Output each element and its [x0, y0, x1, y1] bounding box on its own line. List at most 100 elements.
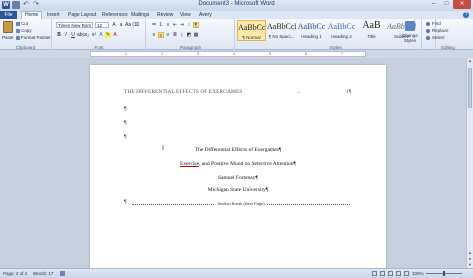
- font-size-box[interactable]: 12: [95, 22, 109, 28]
- style-no-spacing[interactable]: AaBbCcI ¶ No Spaci...: [267, 20, 296, 41]
- ribbon-tabs: File Home Insert Page Layout References …: [0, 11, 473, 19]
- format-painter-button[interactable]: Format Painter: [16, 35, 51, 40]
- draft-icon[interactable]: [404, 271, 409, 276]
- copy-label: Copy: [21, 28, 32, 33]
- zoom-level[interactable]: 100%: [412, 271, 424, 276]
- title-line2-rest: , and Positive Mood on Selective Attenti…: [198, 161, 296, 167]
- tab-home[interactable]: Home: [21, 11, 43, 19]
- tab-file[interactable]: File: [0, 11, 17, 19]
- align-right-icon[interactable]: ≡: [165, 32, 171, 38]
- tab-avery[interactable]: Avery: [199, 11, 212, 19]
- ruler-area: 1 2 3 4 5 6 7: [0, 50, 473, 58]
- paste-button-label[interactable]: Paste: [2, 35, 14, 40]
- empty-paragraph: ¶: [124, 134, 127, 140]
- highlight-icon[interactable]: ✎: [105, 32, 111, 38]
- borders-icon[interactable]: ▦: [193, 32, 199, 38]
- text-effects-icon[interactable]: A: [98, 32, 104, 38]
- align-center-icon[interactable]: ≡: [158, 32, 164, 39]
- tab-insert[interactable]: Insert: [47, 11, 60, 19]
- style-name: Heading 1: [301, 34, 322, 39]
- print-layout-icon[interactable]: [372, 271, 377, 276]
- bullets-icon[interactable]: ≔: [151, 22, 157, 28]
- paste-icon[interactable]: [3, 21, 13, 33]
- change-styles-icon[interactable]: [405, 21, 415, 31]
- grow-font-icon[interactable]: A: [111, 22, 117, 28]
- tab-mailings[interactable]: Mailings: [131, 11, 149, 19]
- clear-format-icon[interactable]: ⌫: [132, 22, 139, 28]
- title-bar: W ↶ ↷ Document3 - Microsoft Word – □ ✕: [0, 0, 473, 11]
- minimize-button[interactable]: –: [427, 0, 440, 9]
- word-count[interactable]: Words: 17: [33, 271, 53, 276]
- style-heading-1[interactable]: AaBbCc Heading 1: [297, 20, 326, 41]
- vertical-scrollbar[interactable]: ▲ ▲ ● ▼: [466, 58, 473, 268]
- close-button[interactable]: ✕: [453, 0, 471, 9]
- copy-button[interactable]: Copy: [16, 28, 32, 33]
- font-color-icon[interactable]: A: [112, 32, 118, 38]
- tab-review[interactable]: Review: [157, 11, 173, 19]
- show-marks-icon[interactable]: ¶: [193, 22, 199, 29]
- change-styles-area: Change Styles: [398, 19, 422, 50]
- maximize-button[interactable]: □: [440, 0, 453, 9]
- document-canvas: THE DIFFERENTIAL EFFECTS OF EXERGAMES → …: [0, 58, 466, 268]
- binoculars-icon: [426, 21, 430, 26]
- replace-button[interactable]: Replace: [426, 28, 449, 33]
- shading-icon[interactable]: ◩: [186, 32, 192, 38]
- tab-page-layout[interactable]: Page Layout: [68, 11, 96, 19]
- scroll-thumb[interactable]: [468, 68, 472, 108]
- help-icon[interactable]: ?: [463, 12, 469, 18]
- outline-icon[interactable]: [396, 271, 401, 276]
- superscript-icon[interactable]: x²: [91, 32, 97, 38]
- style-sample: AaBbCcI: [267, 22, 296, 31]
- zoom-slider-knob[interactable]: [443, 271, 445, 276]
- paragraph-group: ≔ ⒈ ≡ ⇤ ⇥ ↕ ¶ ≡ ≡ ≡ ≣ ↨ ◩ ▦ Paragraph: [147, 19, 235, 50]
- style-heading-2[interactable]: AaBbCc Heading 2: [327, 20, 356, 41]
- cut-button[interactable]: Cut: [16, 21, 28, 26]
- strikethrough-icon[interactable]: abc: [77, 32, 85, 38]
- select-button[interactable]: Select: [426, 35, 445, 40]
- font-name-box[interactable]: Times New Rom: [56, 22, 93, 28]
- section-break-mark: ¶: [124, 199, 127, 205]
- horizontal-ruler[interactable]: 1 2 3 4 5 6 7: [90, 51, 366, 57]
- style-name: ¶ No Spaci...: [268, 34, 295, 39]
- subscript-icon[interactable]: x₂: [84, 32, 90, 38]
- underline-icon[interactable]: U: [70, 32, 76, 38]
- style-normal[interactable]: AaBbCcI ¶ Normal: [237, 20, 266, 41]
- paper-title: The Differential Effects of Exergames¶: [194, 147, 282, 153]
- increase-indent-icon[interactable]: ⇥: [179, 22, 185, 28]
- tab-references[interactable]: References: [102, 11, 128, 19]
- style-sample: AaBbCcI: [238, 23, 265, 32]
- page-count[interactable]: Page: 2 of 2: [3, 271, 27, 276]
- style-sample: AaB: [362, 20, 381, 31]
- justify-icon[interactable]: ≣: [172, 32, 178, 38]
- italic-icon[interactable]: I: [63, 32, 69, 38]
- change-case-icon[interactable]: Aa: [125, 22, 131, 28]
- numbering-icon[interactable]: ⒈: [158, 22, 164, 28]
- tab-view[interactable]: View: [180, 11, 191, 19]
- style-title[interactable]: AaB Title: [357, 20, 386, 41]
- multilevel-list-icon[interactable]: ≡: [165, 22, 171, 28]
- style-name: Title: [367, 34, 376, 39]
- shrink-font-icon[interactable]: a: [118, 22, 124, 28]
- bold-icon[interactable]: B: [56, 32, 62, 38]
- ruler-number: 6: [305, 52, 307, 56]
- full-screen-icon[interactable]: [380, 271, 385, 276]
- change-styles-label[interactable]: Change Styles: [399, 33, 421, 43]
- misspelled-word[interactable]: Exercise: [180, 161, 199, 167]
- word-window: W ↶ ↷ Document3 - Microsoft Word – □ ✕ F…: [0, 0, 473, 278]
- line-spacing-icon[interactable]: ↨: [179, 32, 185, 38]
- align-left-icon[interactable]: ≡: [151, 32, 157, 38]
- ruler-number: 4: [233, 52, 235, 56]
- decrease-indent-icon[interactable]: ⇤: [172, 22, 178, 28]
- proofing-icon[interactable]: [60, 271, 65, 276]
- list-controls: ≔ ⒈ ≡ ⇤ ⇥ ↕ ¶: [151, 22, 199, 29]
- sort-icon[interactable]: ↕: [186, 22, 192, 28]
- web-layout-icon[interactable]: [388, 271, 393, 276]
- cut-label: Cut: [21, 21, 29, 26]
- scroll-up-icon[interactable]: ▲: [467, 58, 473, 64]
- ribbon: Paste Cut Copy Format Painter Clipboard …: [0, 19, 473, 50]
- document-page[interactable]: THE DIFFERENTIAL EFFECTS OF EXERGAMES → …: [90, 65, 386, 268]
- status-bar: Page: 2 of 2 Words: 17 100%: [0, 268, 473, 278]
- find-button[interactable]: Find: [426, 21, 441, 26]
- institution: Michigan State University¶: [207, 187, 269, 193]
- editing-group: Find Replace Select Editing: [423, 19, 473, 50]
